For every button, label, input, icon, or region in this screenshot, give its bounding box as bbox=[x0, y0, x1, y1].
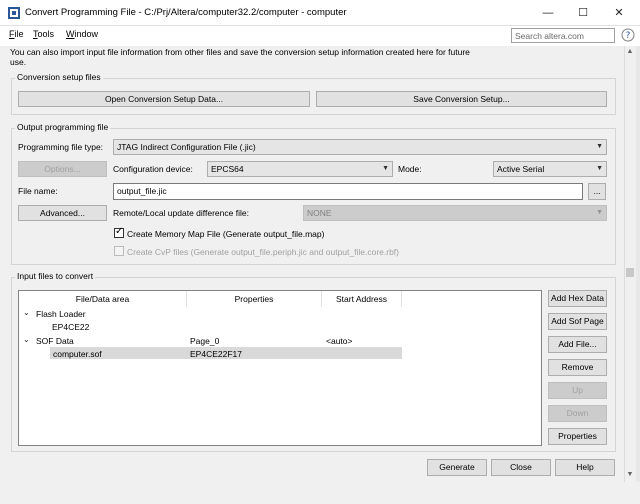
add-sof-page-button[interactable]: Add Sof Page bbox=[548, 313, 607, 330]
window-title: Convert Programming File - C:/Prj/Altera… bbox=[25, 7, 347, 18]
file-name-input[interactable]: output_file.jic bbox=[113, 183, 583, 200]
sof-file-properties: EP4CE22F17 bbox=[190, 349, 242, 359]
sof-data-start-address: <auto> bbox=[326, 336, 353, 346]
close-dialog-button[interactable]: Close bbox=[491, 459, 551, 476]
update-diff-label: Remote/Local update difference file: bbox=[113, 208, 249, 218]
open-conversion-setup-button[interactable]: Open Conversion Setup Data... bbox=[18, 91, 310, 107]
config-device-value: EPCS64 bbox=[211, 164, 244, 174]
tree-item-flash-loader[interactable]: Flash Loader bbox=[36, 309, 86, 319]
options-button[interactable]: Options... bbox=[18, 161, 107, 177]
column-header-file[interactable]: File/Data area bbox=[19, 291, 187, 307]
chevron-down-icon: ▼ bbox=[596, 209, 603, 216]
scroll-up-icon[interactable]: ▲ bbox=[625, 47, 635, 57]
help-circle-icon[interactable]: ? bbox=[621, 28, 635, 42]
minimize-button[interactable]: — bbox=[536, 2, 560, 24]
memory-map-label: Create Memory Map File (Generate output_… bbox=[127, 229, 325, 239]
remove-button[interactable]: Remove bbox=[548, 359, 607, 376]
vertical-scrollbar[interactable] bbox=[624, 46, 636, 482]
add-hex-data-button[interactable]: Add Hex Data bbox=[548, 290, 607, 307]
tree-item-device[interactable]: EP4CE22 bbox=[52, 322, 89, 332]
config-device-select[interactable]: EPCS64 ▼ bbox=[207, 161, 393, 177]
input-files-title: Input files to convert bbox=[15, 271, 96, 281]
menu-tools[interactable]: Tools bbox=[33, 29, 54, 39]
help-button[interactable]: Help bbox=[555, 459, 615, 476]
output-file-title: Output programming file bbox=[15, 122, 111, 132]
title-bar: Convert Programming File - C:/Prj/Altera… bbox=[0, 0, 640, 26]
config-device-label: Configuration device: bbox=[113, 164, 193, 174]
add-file-button[interactable]: Add File... bbox=[548, 336, 607, 353]
window-bottom-edge bbox=[0, 482, 640, 504]
expand-arrow-icon[interactable]: ⌄ bbox=[23, 335, 30, 344]
close-button[interactable]: ✕ bbox=[607, 2, 631, 24]
svg-text:?: ? bbox=[626, 31, 631, 41]
cvp-checkbox[interactable] bbox=[114, 246, 124, 256]
mode-select[interactable]: Active Serial ▼ bbox=[493, 161, 607, 177]
mode-value: Active Serial bbox=[497, 164, 545, 174]
info-text: You can also import input file informati… bbox=[10, 47, 470, 67]
search-input[interactable]: Search altera.com bbox=[511, 28, 615, 43]
tree-item-sof-data[interactable]: SOF Data bbox=[36, 336, 74, 346]
save-conversion-setup-button[interactable]: Save Conversion Setup... bbox=[316, 91, 607, 107]
file-name-label: File name: bbox=[18, 186, 58, 196]
menu-window[interactable]: Window bbox=[66, 29, 98, 39]
memory-map-checkbox[interactable] bbox=[114, 226, 124, 238]
quartus-app-icon bbox=[8, 7, 20, 19]
generate-button[interactable]: Generate bbox=[427, 459, 487, 476]
mode-label: Mode: bbox=[398, 164, 422, 174]
scrollbar-thumb[interactable] bbox=[626, 268, 634, 277]
browse-button[interactable]: ... bbox=[588, 183, 606, 200]
file-type-value: JTAG Indirect Configuration File (.jic) bbox=[117, 142, 256, 152]
up-button[interactable]: Up bbox=[548, 382, 607, 399]
chevron-down-icon: ▼ bbox=[596, 143, 603, 150]
menu-file[interactable]: File bbox=[9, 29, 24, 39]
file-type-label: Programming file type: bbox=[18, 142, 104, 152]
chevron-down-icon: ▼ bbox=[596, 165, 603, 172]
column-header-properties[interactable]: Properties bbox=[187, 291, 322, 307]
down-button[interactable]: Down bbox=[548, 405, 607, 422]
properties-button[interactable]: Properties bbox=[548, 428, 607, 445]
update-diff-value: NONE bbox=[307, 208, 332, 218]
scroll-down-icon[interactable]: ▼ bbox=[625, 470, 635, 480]
column-header-start-address[interactable]: Start Address bbox=[322, 291, 402, 307]
tree-item-sof-file[interactable]: computer.sof bbox=[53, 349, 102, 359]
advanced-button[interactable]: Advanced... bbox=[18, 205, 107, 221]
chevron-down-icon: ▼ bbox=[382, 165, 389, 172]
input-files-tree[interactable] bbox=[18, 290, 542, 446]
file-type-select[interactable]: JTAG Indirect Configuration File (.jic) … bbox=[113, 139, 607, 155]
update-diff-select[interactable]: NONE ▼ bbox=[303, 205, 607, 221]
maximize-button[interactable]: ☐ bbox=[571, 2, 595, 24]
expand-arrow-icon[interactable]: ⌄ bbox=[23, 308, 30, 317]
sof-data-properties: Page_0 bbox=[190, 336, 220, 346]
conversion-setup-title: Conversion setup files bbox=[15, 72, 103, 82]
cvp-label: Create CvP files (Generate output_file.p… bbox=[127, 247, 399, 257]
